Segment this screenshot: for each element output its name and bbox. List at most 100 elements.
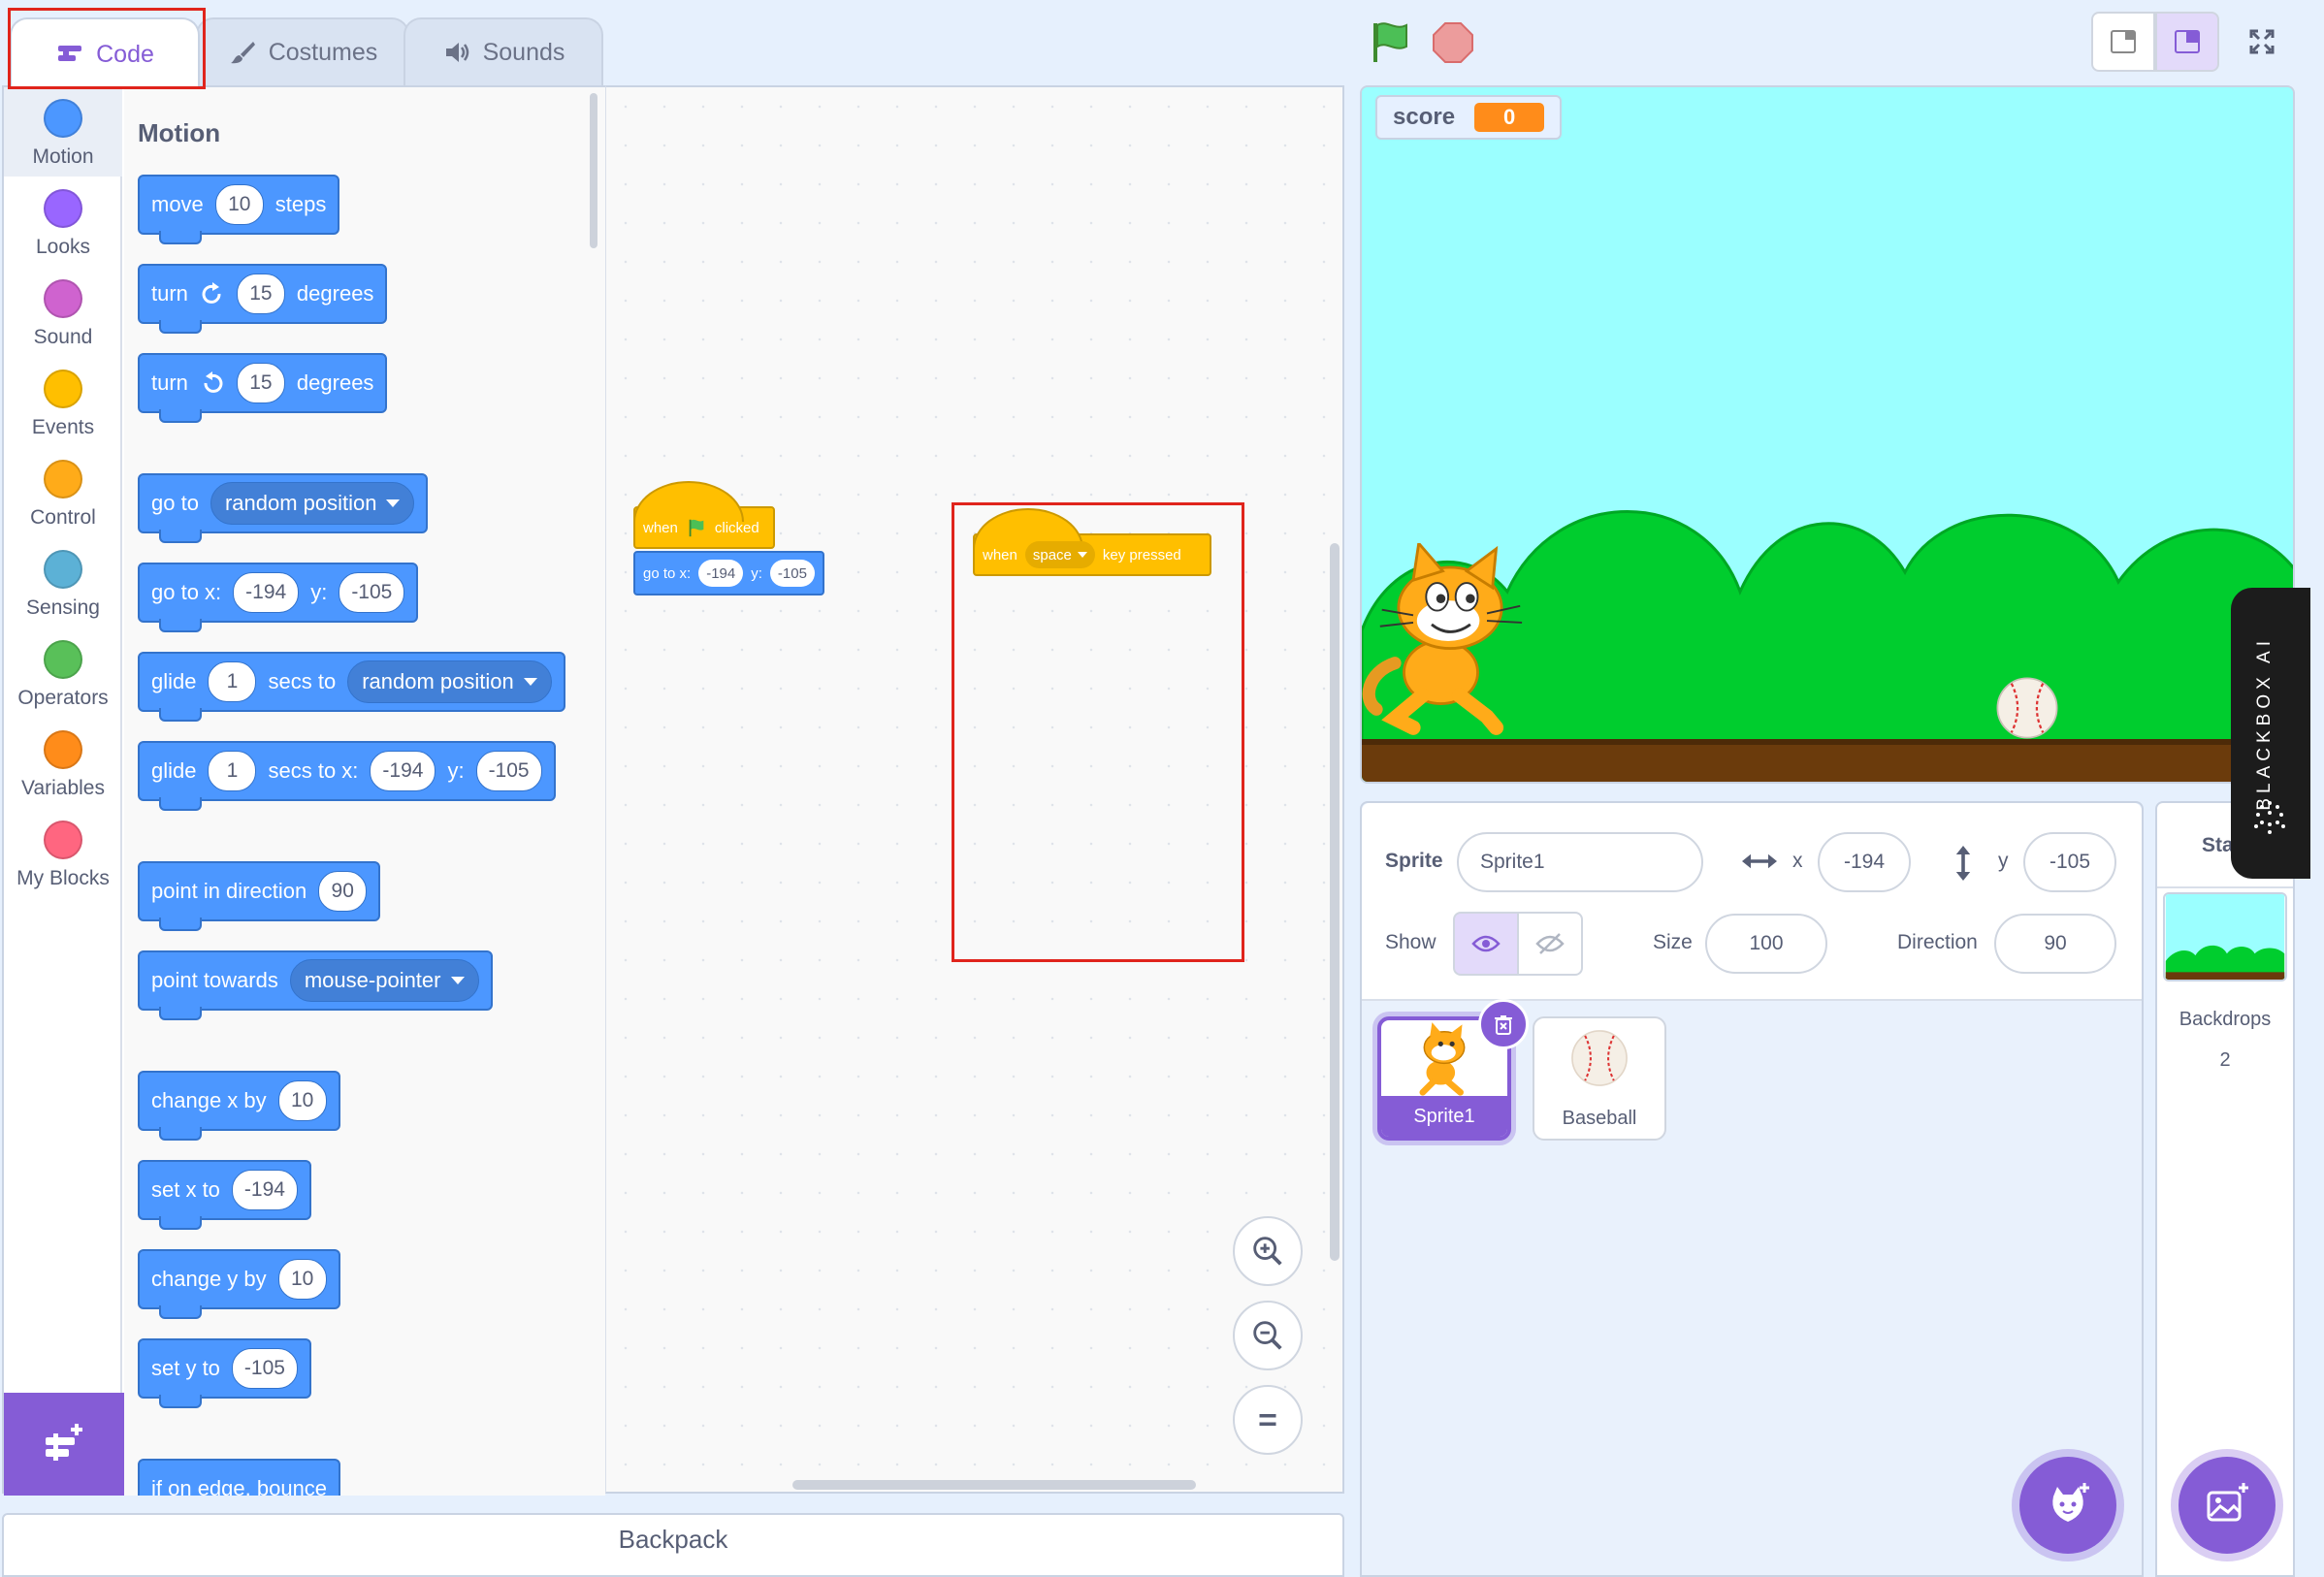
normal-stage-button[interactable] bbox=[2155, 12, 2219, 72]
block-text: when bbox=[643, 519, 678, 536]
category-looks[interactable]: Looks bbox=[4, 177, 122, 267]
zoom-in-button[interactable] bbox=[1233, 1216, 1303, 1286]
x-position-field[interactable]: -194 bbox=[1818, 832, 1911, 892]
direction-input[interactable]: 90 bbox=[318, 871, 368, 912]
point-towards-block[interactable]: point towards mouse-pointer bbox=[138, 950, 493, 1020]
zoom-reset-button[interactable] bbox=[1233, 1385, 1303, 1455]
backpack[interactable]: Backpack bbox=[2, 1513, 1344, 1577]
set-y-block[interactable]: set y to -105 bbox=[138, 1338, 311, 1408]
change-x-block[interactable]: change x by 10 bbox=[138, 1071, 340, 1141]
turn-right-block[interactable]: turn 15 degrees bbox=[138, 264, 388, 334]
move-steps-block[interactable]: move 10 steps bbox=[138, 175, 340, 244]
tab-costumes[interactable]: Costumes bbox=[196, 17, 409, 85]
add-extension-button[interactable] bbox=[4, 1393, 124, 1496]
category-variables[interactable]: Variables bbox=[4, 719, 122, 808]
zoom-in-icon bbox=[1253, 1237, 1282, 1266]
go-to-xy-script-block[interactable]: go to x: -194 y: -105 bbox=[633, 551, 824, 595]
fullscreen-button[interactable] bbox=[2231, 12, 2293, 72]
flyout-scrollbar[interactable] bbox=[590, 93, 597, 248]
secs-input[interactable]: 1 bbox=[208, 661, 257, 702]
x-input[interactable]: -194 bbox=[698, 560, 744, 587]
degrees-input[interactable]: 15 bbox=[236, 363, 285, 403]
degrees-input[interactable]: 15 bbox=[236, 274, 285, 314]
set-x-block[interactable]: set x to -194 bbox=[138, 1160, 311, 1230]
choose-backdrop-button[interactable] bbox=[2179, 1457, 2276, 1554]
add-extension-icon bbox=[46, 1424, 82, 1461]
stop-button[interactable] bbox=[1430, 19, 1476, 66]
set-x-input[interactable]: -194 bbox=[231, 1170, 298, 1210]
sprite-tile-baseball[interactable]: Baseball bbox=[1533, 1016, 1666, 1141]
y-input[interactable]: -105 bbox=[475, 751, 542, 791]
y-input[interactable]: -105 bbox=[339, 572, 405, 613]
y-input[interactable]: -105 bbox=[769, 560, 815, 587]
backdrop-thumbnail[interactable] bbox=[2163, 892, 2287, 982]
show-hidden-button[interactable] bbox=[1517, 912, 1583, 976]
image-add-icon bbox=[2207, 1483, 2248, 1522]
when-key-pressed-block[interactable]: when space key pressed bbox=[973, 508, 1211, 576]
block-text: y: bbox=[310, 580, 328, 604]
x-input[interactable]: -194 bbox=[233, 572, 300, 613]
blackbox-label: BLACKBOX AI bbox=[2254, 636, 2275, 811]
key-dropdown[interactable]: space bbox=[1024, 541, 1095, 568]
score-monitor[interactable]: score 0 bbox=[1375, 95, 1563, 140]
tab-code[interactable]: Code bbox=[10, 17, 200, 89]
dropdown-arrow-icon bbox=[523, 678, 537, 686]
block-text: degrees bbox=[296, 370, 374, 395]
point-in-direction-block[interactable]: point in direction 90 bbox=[138, 861, 381, 931]
y-position-field[interactable]: -105 bbox=[2023, 832, 2116, 892]
dropdown-value: space bbox=[1032, 546, 1072, 563]
change-x-input[interactable]: 10 bbox=[277, 1080, 327, 1121]
x-input[interactable]: -194 bbox=[370, 751, 436, 791]
point-towards-dropdown[interactable]: mouse-pointer bbox=[289, 959, 479, 1002]
stage-selector[interactable]: Stage Backdrops 2 bbox=[2155, 801, 2295, 1577]
block-palette: Motion Looks Sound Events Control Sensin… bbox=[2, 85, 605, 1496]
category-sound[interactable]: Sound bbox=[4, 268, 122, 357]
change-y-block[interactable]: change y by 10 bbox=[138, 1249, 340, 1319]
cat-thumbnail bbox=[1419, 1022, 1466, 1096]
when-flag-clicked-block[interactable]: when clicked bbox=[633, 481, 775, 549]
steps-input[interactable]: 10 bbox=[214, 184, 264, 225]
delete-sprite-button[interactable] bbox=[1478, 999, 1529, 1049]
workspace-vertical-scrollbar[interactable] bbox=[1330, 543, 1340, 1261]
turn-left-block[interactable]: turn 15 degrees bbox=[138, 353, 388, 423]
small-stage-icon bbox=[2111, 30, 2136, 53]
change-y-input[interactable]: 10 bbox=[277, 1259, 327, 1300]
monitor-label: score bbox=[1393, 104, 1456, 130]
zoom-out-button[interactable] bbox=[1233, 1301, 1303, 1370]
dropdown-arrow-icon bbox=[1077, 552, 1087, 558]
small-stage-button[interactable] bbox=[2091, 12, 2155, 72]
green-flag-button[interactable] bbox=[1366, 17, 1414, 66]
my-blocks-dot-icon bbox=[44, 821, 82, 859]
go-to-xy-block[interactable]: go to x: -194 y: -105 bbox=[138, 563, 419, 632]
go-to-block[interactable]: go to random position bbox=[138, 473, 429, 543]
glide-xy-block[interactable]: glide 1 secs to x: -194 y: -105 bbox=[138, 741, 556, 811]
direction-field[interactable]: 90 bbox=[1994, 914, 2116, 974]
glide-to-dropdown[interactable]: random position bbox=[347, 660, 552, 703]
secs-input[interactable]: 1 bbox=[208, 751, 257, 791]
cat-sprite[interactable] bbox=[1360, 543, 1542, 737]
category-events[interactable]: Events bbox=[4, 358, 122, 447]
baseball-sprite[interactable] bbox=[1992, 673, 2062, 743]
choose-sprite-button[interactable] bbox=[2019, 1457, 2116, 1554]
category-sensing[interactable]: Sensing bbox=[4, 538, 122, 628]
size-field[interactable]: 100 bbox=[1705, 914, 1827, 974]
go-to-dropdown[interactable]: random position bbox=[210, 482, 415, 525]
glide-to-block[interactable]: glide 1 secs to random position bbox=[138, 652, 565, 722]
script-workspace[interactable]: when clicked go to x: -194 y: -105 when … bbox=[605, 85, 1344, 1494]
stage[interactable]: score 0 bbox=[1360, 85, 2295, 784]
sprite-name-field[interactable]: Sprite1 bbox=[1457, 832, 1703, 892]
show-visible-button[interactable] bbox=[1453, 912, 1519, 976]
block-text: when bbox=[983, 546, 1017, 563]
set-y-input[interactable]: -105 bbox=[231, 1348, 298, 1389]
edge-bounce-block[interactable]: if on edge, bounce bbox=[138, 1459, 341, 1496]
horizontal-arrows-icon bbox=[1742, 853, 1777, 869]
tab-sounds[interactable]: Sounds bbox=[403, 17, 603, 85]
category-control[interactable]: Control bbox=[4, 448, 122, 537]
dropdown-arrow-icon bbox=[450, 977, 465, 984]
category-my-blocks[interactable]: My Blocks bbox=[4, 809, 122, 898]
workspace-horizontal-scrollbar[interactable] bbox=[792, 1480, 1196, 1490]
category-motion[interactable]: Motion bbox=[4, 87, 122, 177]
blackbox-ai-widget[interactable]: BLACKBOX AI bbox=[2231, 588, 2310, 879]
category-label: Sensing bbox=[26, 596, 100, 619]
category-operators[interactable]: Operators bbox=[4, 628, 122, 718]
